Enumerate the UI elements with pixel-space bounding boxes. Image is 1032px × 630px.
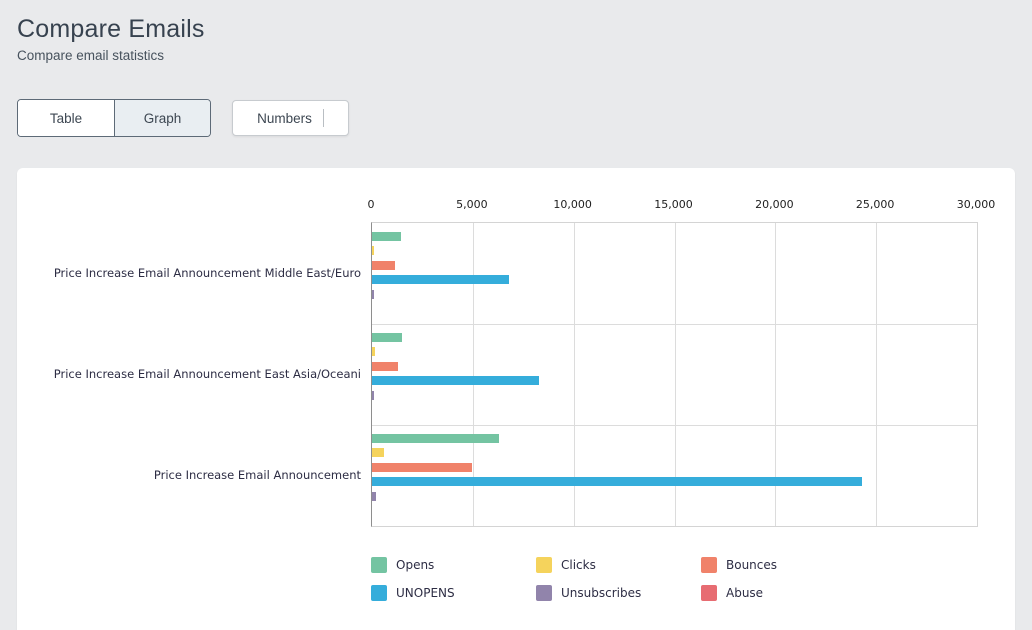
bar-unsubscribes [372,391,374,400]
page-title: Compare Emails [17,14,205,44]
category-label: Price Increase Email Announcement Middle… [21,266,361,280]
x-axis-tick-label: 25,000 [856,198,895,211]
legend-label: Opens [396,558,434,572]
page-subtitle: Compare email statistics [17,48,205,63]
graph-view-button[interactable]: Graph [114,100,210,136]
legend-label: Unsubscribes [561,586,641,600]
chart-card: 0 5,000 10,000 15,000 20,000 25,000 30,000 Ope… [17,168,1015,630]
legend-label: UNOPENS [396,586,455,600]
bar-clicks [372,347,375,356]
bar-clicks [372,448,384,457]
legend-label: Bounces [726,558,777,572]
view-toggle: Table Graph [17,99,211,137]
legend-item-bounces: Bounces [701,556,777,574]
x-axis-tick-label: 0 [368,198,375,211]
page-header: Compare Emails Compare email statistics [17,14,205,63]
x-axis-tick-label: 30,000 [957,198,996,211]
legend-item-unsubscribes: Unsubscribes [536,584,641,602]
x-axis-tick-label: 10,000 [553,198,592,211]
legend-item-clicks: Clicks [536,556,596,574]
bar-bounces [372,261,395,270]
legend-swatch-unopens [371,585,387,601]
gridline [876,223,877,526]
gridline [372,324,977,325]
legend-label: Clicks [561,558,596,572]
legend-swatch-bounces [701,557,717,573]
legend-swatch-unsubscribes [536,585,552,601]
numbers-button[interactable]: Numbers [232,100,349,136]
bar-unopens [372,477,862,486]
numbers-button-label: Numbers [257,111,312,126]
legend-swatch-abuse [701,585,717,601]
view-controls: Table Graph Numbers [17,99,349,137]
category-label: Price Increase Email Announcement [21,468,361,482]
legend-label: Abuse [726,586,763,600]
legend-item-unopens: UNOPENS [371,584,455,602]
x-axis-tick-label: 15,000 [654,198,693,211]
legend-swatch-opens [371,557,387,573]
page: Compare Emails Compare email statistics … [0,0,1032,630]
legend-item-opens: Opens [371,556,434,574]
category-label: Price Increase Email Announcement East A… [21,367,361,381]
numbers-button-divider [323,109,324,127]
plot-area [371,222,978,527]
x-axis-tick-label: 20,000 [755,198,794,211]
bar-bounces [372,362,398,371]
legend-item-abuse: Abuse [701,584,763,602]
bar-opens [372,333,402,342]
bar-unsubscribes [372,290,374,299]
bar-clicks [372,246,374,255]
table-view-button[interactable]: Table [18,100,114,136]
bar-opens [372,434,499,443]
gridline [372,425,977,426]
x-axis: 0 5,000 10,000 15,000 20,000 25,000 30,000 [17,198,1015,214]
bar-unopens [372,275,509,284]
legend-swatch-clicks [536,557,552,573]
bar-unopens [372,376,539,385]
chart-legend: Opens Clicks Bounces UNOPENS Unsubscribes Abu… [371,556,976,616]
x-axis-tick-label: 5,000 [456,198,488,211]
bar-bounces [372,463,472,472]
bar-unsubscribes [372,492,376,501]
bar-opens [372,232,401,241]
